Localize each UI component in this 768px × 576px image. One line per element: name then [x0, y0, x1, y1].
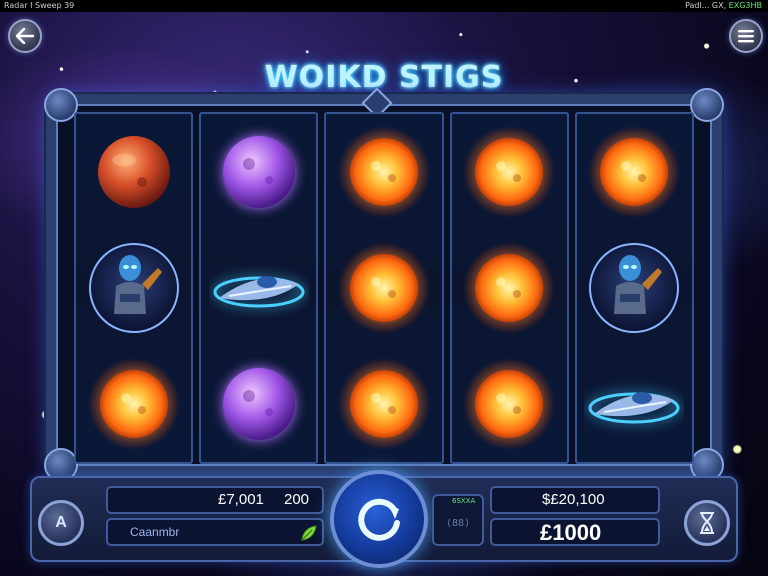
spin-button[interactable] [330, 470, 428, 568]
red-planet-icon [97, 136, 170, 208]
fire-sun-icon [87, 358, 180, 450]
reel-symbol [454, 117, 564, 227]
status-right-prefix: Padl... GX, [685, 1, 727, 10]
menu-button[interactable] [729, 19, 763, 53]
reel-3 [324, 112, 444, 464]
reels-area [74, 112, 695, 464]
alien-warrior-icon [589, 243, 680, 333]
reel-symbol [204, 117, 314, 227]
reel-symbol [329, 233, 439, 343]
reel-symbol [329, 349, 439, 459]
back-button[interactable] [8, 19, 42, 53]
fire-sun-icon [338, 242, 430, 334]
reel-symbol [329, 117, 439, 227]
spaceship-icon [588, 392, 680, 424]
reel-symbol [79, 233, 189, 343]
coin-label-panel[interactable]: Caanmbr [106, 518, 324, 546]
frame-corner-ornament [44, 88, 78, 122]
fire-sun-icon [338, 358, 430, 450]
reel-symbol [79, 349, 189, 459]
purple-planet-icon [222, 368, 295, 440]
reel-symbol [204, 233, 314, 343]
hourglass-icon [700, 512, 714, 534]
green-leaf-icon [301, 525, 317, 541]
purple-planet-icon [222, 136, 295, 208]
fire-sun-icon [463, 358, 556, 450]
lines-value: 200 [284, 491, 310, 508]
autoplay-glyph: A [55, 514, 67, 531]
spaceship-icon [213, 276, 305, 308]
bet-value: £7,001 [218, 491, 264, 508]
fire-sun-icon [463, 242, 556, 334]
status-right: Padl... GX, EXG3HB [685, 0, 762, 12]
status-right-highlight: EXG3HB [728, 1, 762, 10]
reel-symbol [579, 349, 689, 459]
status-left-text: Radar I Sweep 39 [4, 1, 75, 10]
frame-corner-ornament [690, 88, 724, 122]
balance-panel: $£20,100 [490, 486, 660, 514]
auto-spin-count: (88) [445, 517, 471, 529]
paytable-button[interactable] [684, 500, 730, 546]
reel-1 [74, 112, 194, 464]
reel-2 [199, 112, 319, 464]
reel-5 [574, 112, 695, 464]
reel-symbol [454, 233, 564, 343]
win-panel: £1000 [490, 518, 660, 546]
fire-sun-icon [588, 126, 681, 218]
coin-label: Caanmbr [130, 525, 180, 539]
fire-sun-icon [463, 126, 556, 218]
reel-symbol [204, 349, 314, 459]
fire-sun-icon [338, 126, 430, 218]
reel-symbol [454, 349, 564, 459]
spin-refresh-icon [358, 498, 400, 541]
back-arrow-icon [16, 28, 34, 44]
hamburger-menu-icon [738, 30, 754, 43]
autoplay-button[interactable]: A [38, 500, 84, 546]
bet-panel[interactable]: £7,001 200 [106, 486, 324, 514]
game-title: WOIKD STIGS [264, 60, 504, 95]
win-value: £1000 [540, 520, 602, 545]
reel-symbol [79, 117, 189, 227]
balance-value: $£20,100 [542, 491, 605, 508]
alien-warrior-icon [88, 243, 179, 333]
reel-symbol [579, 233, 689, 343]
reel-symbol [579, 117, 689, 227]
status-bar: Radar I Sweep 39 Padl... GX, EXG3HB [0, 0, 768, 12]
auto-spin-label: 6SXXA [452, 497, 476, 505]
reel-4 [449, 112, 569, 464]
